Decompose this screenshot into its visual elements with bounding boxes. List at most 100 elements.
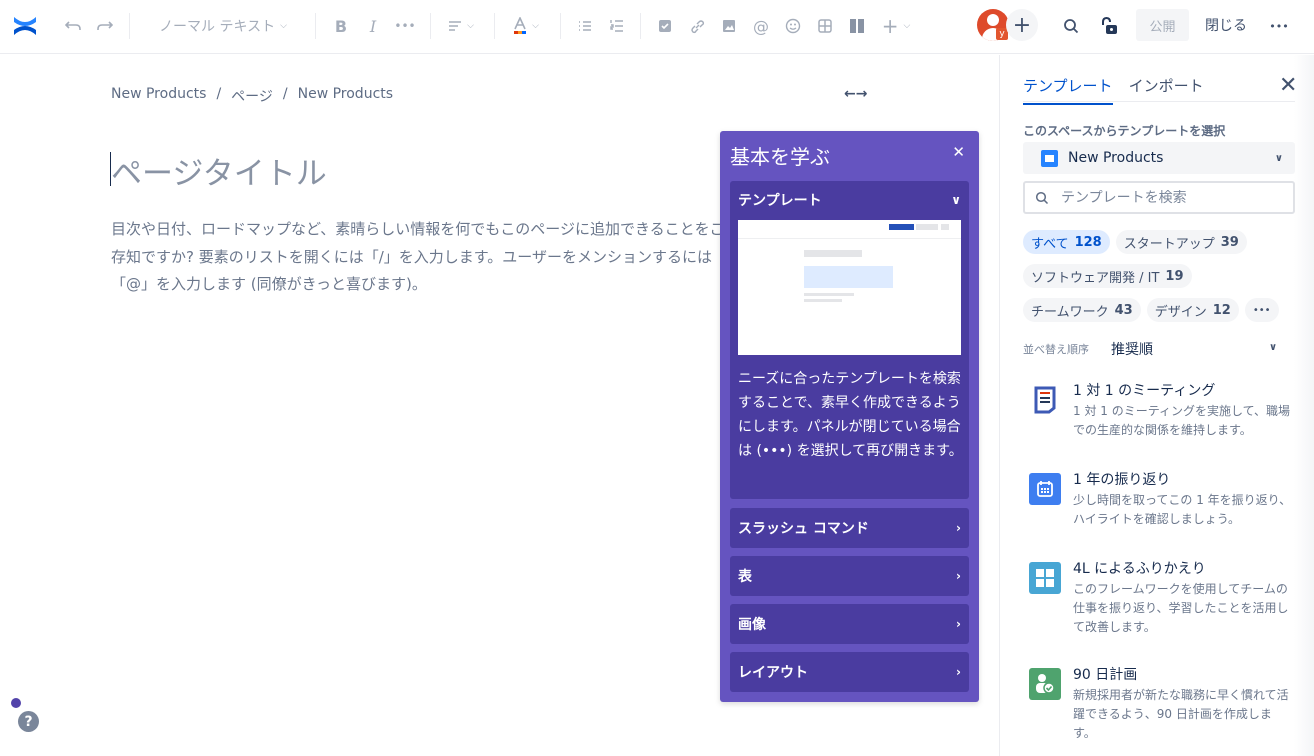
help-button[interactable]: ?	[18, 711, 39, 732]
more-categories-button[interactable]: •••	[1244, 298, 1279, 322]
bullet-list-button[interactable]	[572, 11, 598, 41]
template-preview-image	[738, 220, 961, 355]
mention-button[interactable]: @	[748, 11, 774, 41]
more-icon: •••	[394, 19, 416, 33]
mention-icon: @	[753, 16, 769, 36]
meeting-notes-icon	[1029, 384, 1061, 416]
template-description: 1 対 1 のミーティングを実施して、職場での生産的な関係を維持します。	[1073, 404, 1291, 437]
sort-select[interactable]: 推奨順	[1111, 339, 1153, 359]
breadcrumb-separator: /	[282, 86, 288, 102]
layout-icon	[850, 19, 864, 33]
category-chip-design[interactable]: デザイン 12	[1146, 298, 1239, 322]
chevron-right-icon: ›	[956, 617, 961, 631]
category-chip-startup[interactable]: スタートアップ 39	[1115, 230, 1247, 254]
emoji-button[interactable]	[780, 11, 806, 41]
chevron-down-icon[interactable]: ∨	[1269, 342, 1277, 353]
publish-button[interactable]: 公開	[1136, 9, 1189, 41]
page-title-input[interactable]: ページタイトル	[111, 148, 327, 193]
layout-button[interactable]	[844, 11, 870, 41]
search-icon	[1035, 191, 1049, 204]
category-chip-software[interactable]: ソフトウェア開発 / IT 19	[1023, 264, 1192, 288]
learn-section-slash-commands[interactable]: スラッシュ コマンド ›	[730, 508, 969, 548]
sort-label: 並べ替え順序	[1023, 343, 1089, 356]
editor-toolbar: ノーマル テキスト ⌵ B I ••• ⌵ ⌵ @ + ⌵ y + 公開 閉じる…	[0, 0, 1314, 54]
align-left-icon	[449, 21, 462, 31]
table-icon	[818, 19, 832, 33]
toolbar-divider	[640, 13, 641, 39]
bullet-list-icon	[579, 21, 591, 31]
close-icon[interactable]: ✕	[952, 143, 965, 161]
italic-button[interactable]: I	[360, 11, 386, 41]
toolbar-divider	[494, 13, 495, 39]
search-icon	[1064, 19, 1079, 34]
page-body-input[interactable]: 目次や日付、ロードマップなど、素晴らしい情報を何でもこのページに追加できることを…	[111, 216, 726, 306]
action-item-button[interactable]	[652, 11, 678, 41]
invite-button[interactable]: +	[1006, 9, 1038, 41]
toolbar-divider	[315, 13, 316, 39]
plus-icon: +	[881, 14, 899, 38]
redo-button[interactable]	[92, 11, 118, 41]
learn-section-images[interactable]: 画像 ›	[730, 604, 969, 644]
template-search	[1023, 181, 1295, 214]
emoji-icon	[785, 18, 801, 34]
bold-icon: B	[334, 16, 348, 36]
learn-section-label: 表	[738, 569, 752, 585]
template-name: 1 対 1 のミーティング	[1073, 383, 1216, 399]
template-description: このフレームワークを使用してチームの仕事を振り返り、学習したことを活用して改善し…	[1073, 582, 1289, 634]
breadcrumb-separator: /	[216, 86, 222, 102]
link-button[interactable]	[684, 11, 710, 41]
close-editor-button[interactable]: 閉じる	[1196, 9, 1256, 41]
breadcrumb-item[interactable]: New Products	[111, 86, 206, 106]
alignment-dropdown[interactable]: ⌵	[442, 11, 480, 41]
confluence-logo[interactable]	[10, 11, 40, 41]
space-select-value: New Products	[1068, 150, 1164, 166]
chevron-down-icon: ∨	[951, 193, 961, 207]
learn-section-layouts[interactable]: レイアウト ›	[730, 652, 969, 692]
chevron-down-icon: ⌵	[903, 21, 911, 31]
grid-icon	[1029, 562, 1061, 594]
template-name: 4L によるふりかえり	[1073, 561, 1206, 577]
more-actions-button[interactable]: •••	[1266, 11, 1292, 41]
link-icon	[690, 19, 704, 33]
more-icon: •••	[1252, 304, 1271, 316]
calendar-icon	[1029, 473, 1061, 505]
learn-section-label: 画像	[738, 617, 766, 633]
chevron-down-icon: ∨	[1274, 152, 1283, 164]
chevron-down-icon: ⌵	[467, 21, 474, 31]
text-color-dropdown[interactable]: ⌵	[506, 11, 546, 41]
template-description: 新規採用者が新たな職務に早く慣れて活躍できるよう、90 日計画を作成します。	[1073, 688, 1289, 740]
space-select[interactable]: New Products ∨	[1023, 142, 1295, 174]
numbered-list-button[interactable]	[604, 11, 630, 41]
numbered-list-icon	[610, 20, 623, 32]
category-chip-all[interactable]: すべて 128	[1023, 230, 1110, 254]
template-search-input[interactable]	[1061, 189, 1281, 206]
table-button[interactable]	[812, 11, 838, 41]
category-chip-teamwork[interactable]: チームワーク 43	[1023, 298, 1141, 322]
redo-icon	[97, 21, 113, 30]
restrictions-button[interactable]	[1096, 11, 1122, 41]
more-icon: •••	[1269, 19, 1289, 33]
bold-button[interactable]: B	[328, 11, 354, 41]
template-sidebar: テンプレート インポート ✕ このスペースからテンプレートを選択 New Pro…	[999, 55, 1314, 756]
image-button[interactable]	[716, 11, 742, 41]
insert-dropdown[interactable]: + ⌵	[876, 11, 916, 41]
italic-icon: I	[369, 16, 377, 36]
more-formatting-button[interactable]: •••	[392, 11, 418, 41]
help-icon: ?	[24, 713, 33, 730]
undo-button[interactable]	[60, 11, 86, 41]
learn-section-label: レイアウト	[738, 665, 808, 681]
search-button[interactable]	[1058, 11, 1084, 41]
chevron-right-icon: ›	[956, 665, 961, 679]
chevron-down-icon: ⌵	[532, 21, 539, 31]
breadcrumb-item[interactable]: ページ	[231, 86, 273, 106]
confluence-logo-icon	[14, 17, 36, 35]
full-width-toggle-icon[interactable]: ←→	[844, 86, 867, 102]
learn-section-header[interactable]: テンプレート ∨	[730, 181, 969, 219]
unlock-icon	[1102, 17, 1117, 34]
toolbar-divider	[560, 13, 561, 39]
learn-section-description: ニーズに合ったテンプレートを検索することで、素早く作成できるようにします。パネル…	[738, 371, 963, 459]
chevron-down-icon: ⌵	[280, 21, 287, 31]
learn-section-tables[interactable]: 表 ›	[730, 556, 969, 596]
text-style-dropdown[interactable]: ノーマル テキスト ⌵	[148, 11, 298, 41]
breadcrumb-item[interactable]: New Products	[298, 86, 393, 106]
